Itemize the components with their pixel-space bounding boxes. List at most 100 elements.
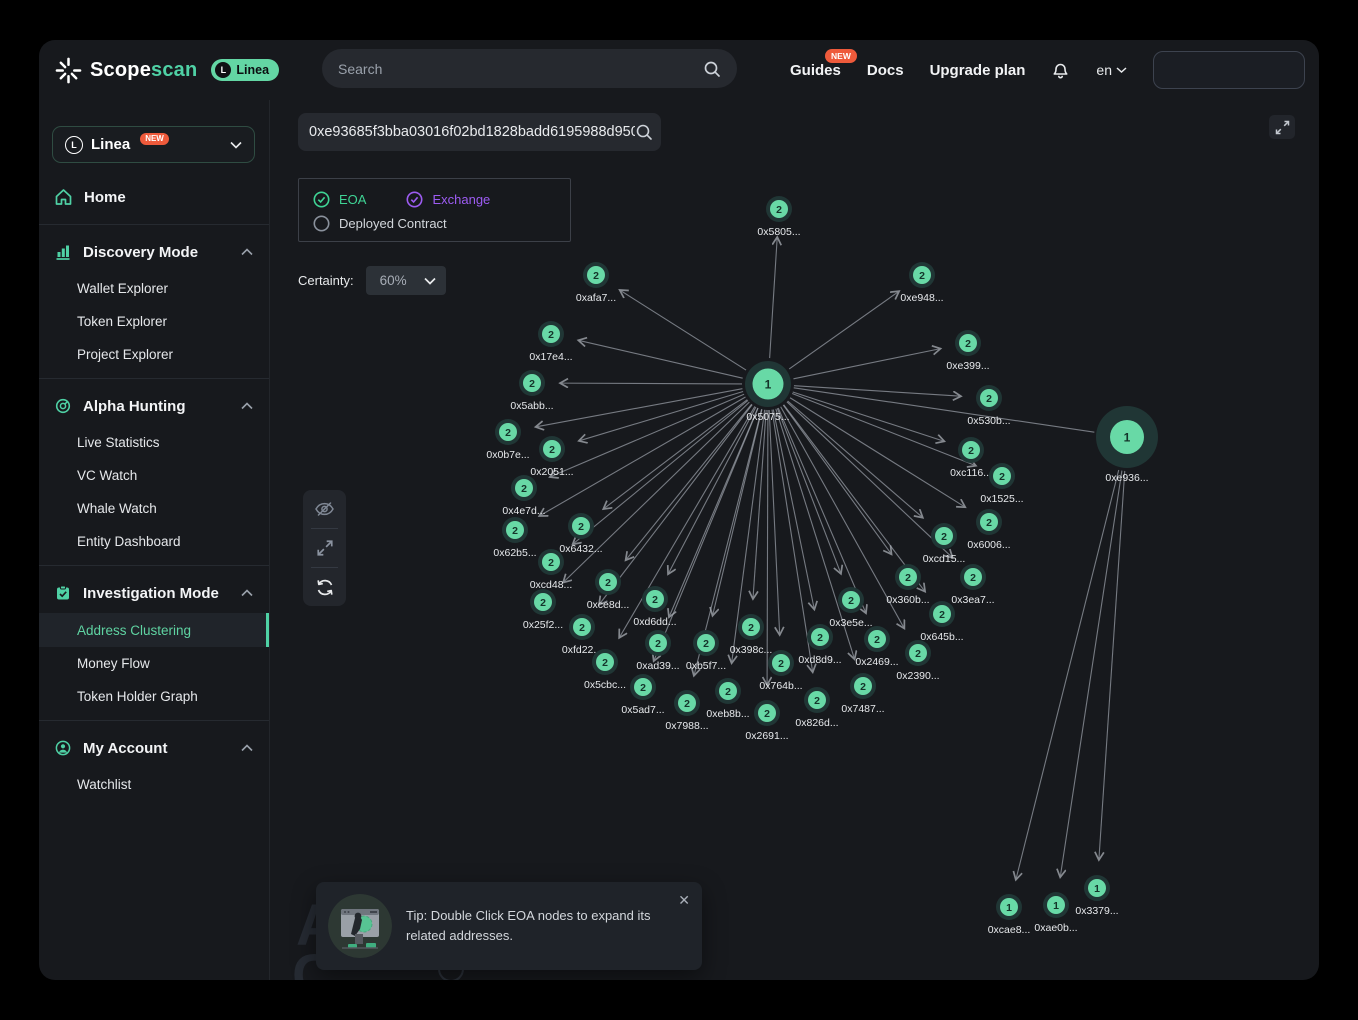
connect-wallet-button[interactable] bbox=[1153, 51, 1305, 89]
graph-toolbar bbox=[303, 490, 346, 606]
linea-logo-icon: L bbox=[215, 62, 231, 78]
node-address-label: 0x25f2... bbox=[523, 619, 563, 631]
sidebar-item-address-clustering[interactable]: Address Clustering bbox=[39, 613, 269, 647]
address-search-input[interactable]: 0xe93685f3bba03016f02bd1828badd6195988d9… bbox=[298, 113, 661, 151]
graph-node-0x4e7d[interactable]: 20x4e7d... bbox=[502, 475, 545, 517]
node-address-label: 0x645b... bbox=[920, 631, 963, 643]
language-selector[interactable]: en bbox=[1096, 62, 1127, 78]
graph-node-0x2051[interactable]: 20x2051... bbox=[530, 436, 573, 478]
graph-node-0xeb8b[interactable]: 20xeb8b... bbox=[706, 678, 749, 720]
graph-node-0x5ad7[interactable]: 20x5ad7... bbox=[621, 674, 664, 716]
node-badge: 2 bbox=[548, 329, 554, 341]
graph-node-0x6432[interactable]: 20x6432... bbox=[559, 513, 602, 555]
global-search-input[interactable]: Search bbox=[322, 49, 737, 88]
sidebar-item-home[interactable]: Home bbox=[39, 177, 269, 217]
sidebar-group-discovery-mode[interactable]: Discovery Mode bbox=[39, 232, 269, 272]
graph-node-0xfd22[interactable]: 20xfd22... bbox=[562, 614, 602, 656]
nav-guides[interactable]: Guides NEW bbox=[790, 62, 841, 79]
close-icon[interactable]: ✕ bbox=[678, 892, 690, 909]
graph-node-0xae0b[interactable]: 10xae0b... bbox=[1034, 892, 1077, 934]
sidebar: L Linea NEW Home bbox=[39, 100, 270, 980]
sidebar-item-whale-watch[interactable]: Whale Watch bbox=[39, 492, 269, 525]
sidebar-group-my-account[interactable]: My Account bbox=[39, 728, 269, 768]
nav-docs[interactable]: Docs bbox=[867, 62, 904, 79]
sidebar-item-live-statistics[interactable]: Live Statistics bbox=[39, 426, 269, 459]
node-address-label: 0xafa7... bbox=[576, 292, 616, 304]
graph-node-0x360b[interactable]: 20x360b... bbox=[886, 564, 929, 606]
fullscreen-button[interactable] bbox=[1269, 115, 1295, 139]
sidebar-group-investigation-mode[interactable]: Investigation Mode bbox=[39, 573, 269, 613]
graph-node-0xad39[interactable]: 20xad39... bbox=[636, 630, 679, 672]
sidebar-item-watchlist[interactable]: Watchlist bbox=[39, 768, 269, 801]
graph-node-0x62b5[interactable]: 20x62b5... bbox=[493, 517, 536, 559]
graph-node-0x5abb[interactable]: 20x5abb... bbox=[510, 370, 553, 412]
sidebar-item-token-holder-graph[interactable]: Token Holder Graph bbox=[39, 680, 269, 713]
node-badge: 1 bbox=[1006, 902, 1012, 914]
graph-node-0x5075[interactable]: 10x5075... bbox=[745, 361, 791, 423]
sidebar-item-wallet-explorer[interactable]: Wallet Explorer bbox=[39, 272, 269, 305]
node-address-label: 0xd8d9... bbox=[798, 654, 841, 666]
graph-node-0xcae8[interactable]: 10xcae8... bbox=[988, 894, 1031, 936]
graph-canvas[interactable]: 10x5075...10xe936...20x5805...20xafa7...… bbox=[270, 100, 1319, 980]
graph-node-0xe948[interactable]: 20xe948... bbox=[900, 262, 943, 304]
graph-node-0x6006[interactable]: 20x6006... bbox=[967, 509, 1010, 551]
search-icon[interactable] bbox=[635, 123, 653, 141]
nav-upgrade-plan[interactable]: Upgrade plan bbox=[930, 62, 1026, 79]
filter-deployed-contract[interactable]: Deployed Contract bbox=[313, 215, 447, 232]
node-address-label: 0x2691... bbox=[745, 730, 788, 742]
sidebar-item-entity-dashboard[interactable]: Entity Dashboard bbox=[39, 525, 269, 558]
graph-node-0xd8d9[interactable]: 20xd8d9... bbox=[798, 624, 841, 666]
sidebar-item-project-explorer[interactable]: Project Explorer bbox=[39, 338, 269, 371]
graph-node-0xe399[interactable]: 20xe399... bbox=[946, 330, 989, 372]
node-address-label: 0x2051... bbox=[530, 466, 573, 478]
graph-node-0xb5f7[interactable]: 20xb5f7... bbox=[686, 630, 726, 672]
node-address-label: 0x5cbc... bbox=[584, 679, 626, 691]
graph-node-0x3e5e[interactable]: 20x3e5e... bbox=[829, 587, 872, 629]
graph-node-0x7988[interactable]: 20x7988... bbox=[665, 690, 708, 732]
sidebar-item-token-explorer[interactable]: Token Explorer bbox=[39, 305, 269, 338]
graph-node-0x3379[interactable]: 10x3379... bbox=[1075, 875, 1118, 917]
graph-edge bbox=[793, 392, 945, 441]
graph-node-0xd6dd[interactable]: 20xd6dd... bbox=[633, 586, 676, 628]
graph-node-0x645b[interactable]: 20x645b... bbox=[920, 601, 963, 643]
graph-edge bbox=[1060, 471, 1122, 878]
graph-edge bbox=[787, 402, 953, 558]
graph-node-0x826d[interactable]: 20x826d... bbox=[795, 687, 838, 729]
network-selector[interactable]: L Linea NEW bbox=[52, 126, 255, 163]
graph-node-0xafa7[interactable]: 2 0xafa7... bbox=[576, 262, 616, 304]
graph-node-0x3ea7[interactable]: 20x3ea7... bbox=[951, 564, 994, 606]
graph-node-0xce8d[interactable]: 20xce8d... bbox=[587, 569, 630, 611]
graph-node-0x530b[interactable]: 20x530b... bbox=[967, 385, 1010, 427]
refresh-button[interactable] bbox=[303, 568, 346, 606]
graph-node-0x764b[interactable]: 20x764b... bbox=[759, 650, 802, 692]
bell-icon[interactable] bbox=[1051, 60, 1070, 81]
graph-node-0x2469[interactable]: 20x2469... bbox=[855, 626, 898, 668]
sidebar-item-vc-watch[interactable]: VC Watch bbox=[39, 459, 269, 492]
filter-eoa[interactable]: EOA bbox=[313, 191, 366, 208]
fit-view-button[interactable] bbox=[303, 529, 346, 567]
node-address-label: 0x3e5e... bbox=[829, 617, 872, 629]
node-address-label: 0xd6dd... bbox=[633, 616, 676, 628]
logo[interactable]: Scopescan L Linea bbox=[55, 57, 279, 84]
graph-node-0x7487[interactable]: 20x7487... bbox=[841, 673, 884, 715]
sidebar-item-money-flow[interactable]: Money Flow bbox=[39, 647, 269, 680]
node-badge: 1 bbox=[1053, 900, 1059, 912]
node-badge: 2 bbox=[593, 270, 599, 282]
graph-edge bbox=[790, 398, 965, 507]
graph-node-0x0b7e[interactable]: 20x0b7e... bbox=[486, 419, 529, 461]
graph-node-0x5805[interactable]: 20x5805... bbox=[757, 196, 800, 238]
graph-node-0x2390[interactable]: 20x2390... bbox=[896, 640, 939, 682]
hide-labels-button[interactable] bbox=[303, 490, 346, 528]
node-badge: 2 bbox=[512, 525, 518, 537]
graph-node-0x25f2[interactable]: 20x25f2... bbox=[523, 589, 563, 631]
graph-node-0xe936[interactable]: 10xe936... bbox=[1096, 406, 1158, 484]
node-address-label: 0xe936... bbox=[1105, 472, 1148, 484]
graph-node-0xcd15[interactable]: 20xcd15... bbox=[923, 523, 966, 565]
graph-node-0x398c[interactable]: 20x398c... bbox=[730, 614, 773, 656]
graph-edge bbox=[770, 237, 778, 358]
graph-node-0x2691[interactable]: 20x2691... bbox=[745, 700, 788, 742]
filter-exchange[interactable]: Exchange bbox=[406, 191, 490, 208]
graph-node-0x17e4[interactable]: 20x17e4... bbox=[529, 321, 572, 363]
certainty-dropdown[interactable]: 60% bbox=[366, 266, 446, 295]
sidebar-group-alpha-hunting[interactable]: Alpha Hunting bbox=[39, 386, 269, 426]
